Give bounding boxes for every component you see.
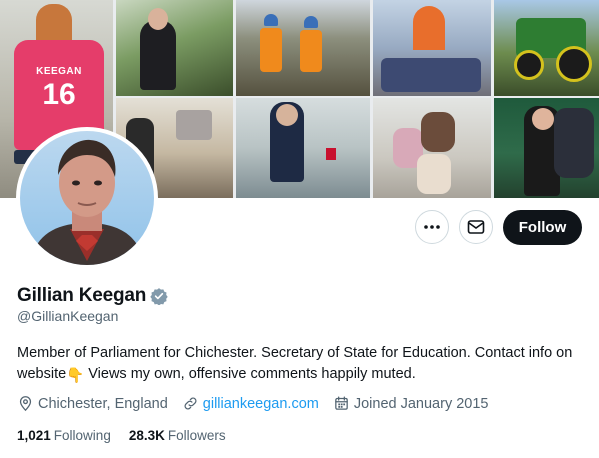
pointing-down-emoji-icon: 👇 — [66, 368, 85, 384]
follow-button[interactable]: Follow — [503, 210, 582, 245]
shirt-number: 16 — [42, 78, 76, 111]
bio: Member of Parliament for Chichester. Sec… — [17, 343, 587, 387]
shirt-name: KEEGAN — [36, 66, 82, 77]
followers-label: Followers — [167, 428, 226, 443]
website[interactable]: gilliankeegan.com — [182, 395, 319, 412]
envelope-icon — [467, 220, 485, 234]
location: Chichester, England — [17, 395, 168, 412]
display-name: Gillian Keegan — [17, 285, 147, 306]
banner-photo-classroom — [373, 98, 491, 198]
join-date-text: Joined January 2015 — [353, 395, 489, 412]
website-link[interactable]: gilliankeegan.com — [203, 396, 319, 412]
location-text: Chichester, England — [38, 395, 168, 412]
banner-photo-construction-site — [236, 0, 370, 96]
banner-photo-greenhouse — [116, 0, 233, 96]
banner-photo-commons — [494, 98, 599, 198]
following-label: Following — [53, 428, 111, 443]
followers-link[interactable]: 28.3K Followers — [129, 428, 226, 443]
calendar-icon — [335, 396, 348, 410]
bio-text-part2: Views my own, offensive comments happily… — [84, 366, 416, 382]
following-link[interactable]: 1,021 Following — [17, 428, 111, 443]
avatar-image — [30, 139, 144, 265]
link-icon — [184, 397, 197, 410]
verified-badge-icon[interactable] — [150, 287, 168, 305]
banner-photo-tractor — [494, 0, 599, 96]
profile-name-row: Gillian Keegan — [17, 285, 168, 307]
profile-meta: Chichester, England gilliankeegan.com Jo… — [17, 395, 503, 412]
message-button[interactable] — [459, 210, 493, 244]
followers-count: 28.3K — [128, 428, 165, 443]
handle: @GillianKeegan — [17, 308, 119, 324]
ellipsis-icon — [424, 225, 440, 229]
follow-stats: 1,021 Following 28.3K Followers — [17, 428, 244, 443]
following-count: 1,021 — [17, 428, 51, 443]
join-date: Joined January 2015 — [333, 395, 489, 412]
banner-photo-library — [373, 0, 491, 96]
banner-photo-visit — [236, 98, 370, 198]
avatar[interactable] — [16, 127, 158, 269]
location-pin-icon — [19, 396, 32, 412]
more-options-button[interactable] — [415, 210, 449, 244]
